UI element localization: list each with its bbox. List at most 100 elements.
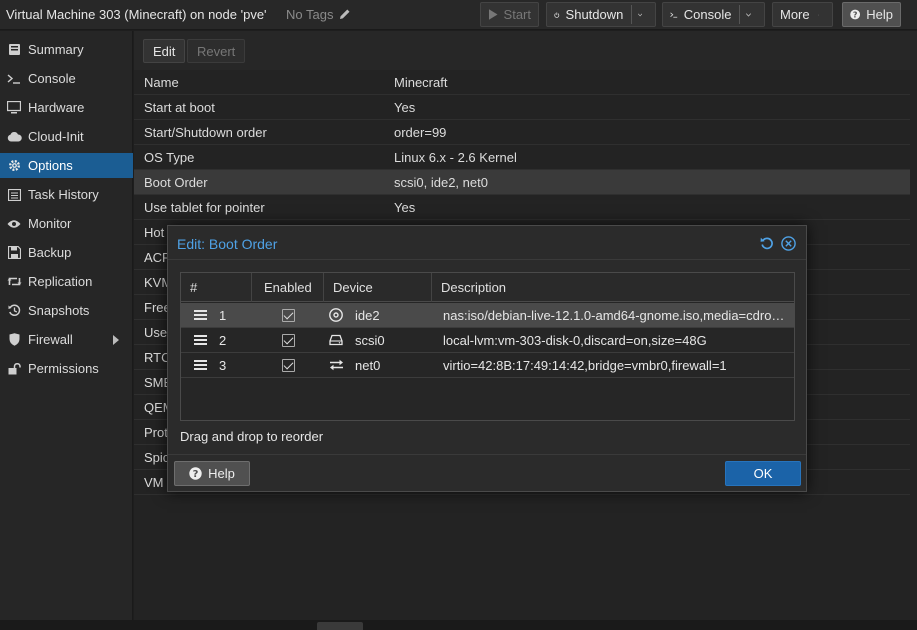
device-description: virtio=42:8B:17:49:14:42,bridge=vmbr0,fi…	[443, 357, 727, 373]
option-key: Name	[144, 74, 179, 90]
sidebar-item-cloud-init[interactable]: Cloud-Init	[0, 124, 133, 149]
sidebar-item-label: Replication	[28, 274, 93, 289]
sidebar-item-task-history[interactable]: Task History	[0, 182, 133, 207]
sidebar-item-backup[interactable]: Backup	[0, 240, 133, 265]
exchange-icon	[329, 353, 345, 377]
sidebar-item-label: Permissions	[28, 361, 99, 376]
column-header-enabled[interactable]: Enabled	[252, 273, 324, 302]
shutdown-button[interactable]: Shutdown	[546, 2, 656, 27]
help-button-top[interactable]: ? Help	[842, 2, 901, 27]
question-circle-icon: ?	[189, 467, 202, 480]
sidebar-item-permissions[interactable]: Permissions	[0, 356, 133, 381]
console-label: Console	[683, 7, 732, 22]
shutdown-label: Shutdown	[565, 7, 624, 22]
sidebar-item-label: Snapshots	[28, 303, 90, 318]
boot-order-dialog: Edit: Boot Order # Enabled Device Descri…	[167, 225, 807, 492]
edit-button[interactable]: Edit	[143, 39, 186, 63]
svg-text:?: ?	[853, 10, 858, 19]
sidebar-item-summary[interactable]: Summary	[0, 37, 133, 62]
option-value: scsi0, ide2, net0	[394, 174, 488, 190]
reset-icon[interactable]	[759, 235, 775, 251]
sidebar: Summary Console Hardware Cloud-Init Opti…	[0, 31, 133, 630]
console-button[interactable]: Console	[662, 2, 765, 27]
sidebar-item-firewall[interactable]: Firewall	[0, 327, 133, 352]
device-description: local-lvm:vm-303-disk-0,discard=on,size=…	[443, 332, 707, 348]
sidebar-item-console[interactable]: Console	[0, 66, 133, 91]
more-button[interactable]: More	[772, 2, 833, 27]
start-label: Start	[503, 7, 531, 22]
dialog-footer: ? Help OK	[168, 454, 806, 491]
dialog-help-button[interactable]: ? Help	[174, 461, 250, 486]
option-value: Yes	[394, 199, 416, 215]
boot-order-row[interactable]: 1 ide2 nas:iso/debian-live-12.1.0-amd64-…	[181, 303, 794, 328]
row-number: 1	[219, 307, 227, 323]
start-button[interactable]: Start	[480, 2, 539, 27]
retweet-icon	[6, 274, 22, 290]
tags-editor[interactable]: No Tags	[286, 7, 351, 22]
option-key: Start at boot	[144, 99, 215, 115]
sidebar-item-label: Backup	[28, 245, 72, 260]
option-row-boot-order[interactable]: Boot Order scsi0, ide2, net0	[134, 170, 910, 195]
sidebar-item-label: Firewall	[28, 332, 73, 347]
sidebar-item-label: Options	[28, 158, 73, 173]
boot-order-row[interactable]: 3 net0 virtio=42:8B:17:49:14:42,bridge=v…	[181, 353, 794, 378]
unlock-icon	[6, 361, 22, 377]
svg-text:?: ?	[193, 469, 199, 480]
pencil-icon[interactable]	[339, 8, 351, 20]
column-header-number[interactable]: #	[181, 273, 252, 302]
ok-button[interactable]: OK	[725, 461, 801, 486]
row-number: 2	[219, 332, 227, 348]
revert-button[interactable]: Revert	[187, 39, 246, 63]
column-header-description[interactable]: Description	[432, 273, 794, 302]
bottom-panel-strip	[0, 620, 917, 630]
sidebar-item-label: Cloud-Init	[28, 129, 84, 144]
enabled-checkbox[interactable]	[282, 353, 296, 377]
drag-handle-icon[interactable]	[194, 353, 208, 377]
drag-handle-icon[interactable]	[194, 328, 208, 352]
chevron-down-icon[interactable]	[746, 12, 751, 18]
enabled-checkbox[interactable]	[282, 328, 296, 352]
question-circle-icon: ?	[850, 9, 861, 20]
sidebar-item-replication[interactable]: Replication	[0, 269, 133, 294]
option-key: Use tablet for pointer	[144, 199, 265, 215]
cdrom-icon	[329, 303, 345, 327]
option-row-name[interactable]: Name Minecraft	[134, 70, 910, 95]
option-row-startup-order[interactable]: Start/Shutdown order order=99	[134, 120, 910, 145]
sidebar-item-monitor[interactable]: Monitor	[0, 211, 133, 236]
device-description: nas:iso/debian-live-12.1.0-amd64-gnome.i…	[443, 307, 785, 323]
top-bar: Virtual Machine 303 (Minecraft) on node …	[0, 0, 917, 30]
option-key: Use	[144, 324, 168, 340]
enabled-checkbox[interactable]	[282, 303, 296, 327]
sidebar-item-snapshots[interactable]: Snapshots	[0, 298, 133, 323]
option-row-os-type[interactable]: OS Type Linux 6.x - 2.6 Kernel	[134, 145, 910, 170]
chevron-down-icon[interactable]	[637, 12, 642, 18]
terminal-icon	[6, 71, 22, 87]
option-row-tablet[interactable]: Use tablet for pointer Yes	[134, 195, 910, 220]
option-row-start-at-boot[interactable]: Start at boot Yes	[134, 95, 910, 120]
drag-handle-icon[interactable]	[194, 303, 208, 327]
device-name: scsi0	[355, 332, 385, 348]
boot-order-row[interactable]: 2 scsi0 local-lvm:vm-303-disk-0,discard=…	[181, 328, 794, 353]
options-toolbar: Edit Revert	[134, 31, 917, 70]
drag-hint: Drag and drop to reorder	[180, 429, 324, 444]
row-number: 3	[219, 357, 227, 373]
grid-header: # Enabled Device Description	[181, 273, 794, 302]
expand-arrow-icon[interactable]	[113, 335, 119, 345]
device-name: ide2	[355, 307, 380, 323]
dialog-header: Edit: Boot Order	[168, 226, 806, 260]
terminal-icon	[670, 11, 678, 18]
monitor-icon	[6, 100, 22, 116]
sidebar-item-options[interactable]: Options	[0, 153, 133, 178]
close-icon[interactable]	[780, 235, 796, 251]
boot-order-grid: # Enabled Device Description 1 ide2 nas:…	[180, 272, 795, 421]
option-key: OS Type	[144, 149, 195, 165]
option-key: Hot	[144, 224, 165, 240]
more-label: More	[780, 7, 810, 22]
sidebar-item-label: Console	[28, 71, 76, 86]
column-header-device[interactable]: Device	[324, 273, 432, 302]
chevron-down-icon	[817, 14, 819, 15]
sidebar-item-label: Monitor	[28, 216, 72, 231]
panel-resize-handle[interactable]	[317, 622, 363, 630]
option-value: Linux 6.x - 2.6 Kernel	[394, 149, 517, 165]
sidebar-item-hardware[interactable]: Hardware	[0, 95, 133, 120]
